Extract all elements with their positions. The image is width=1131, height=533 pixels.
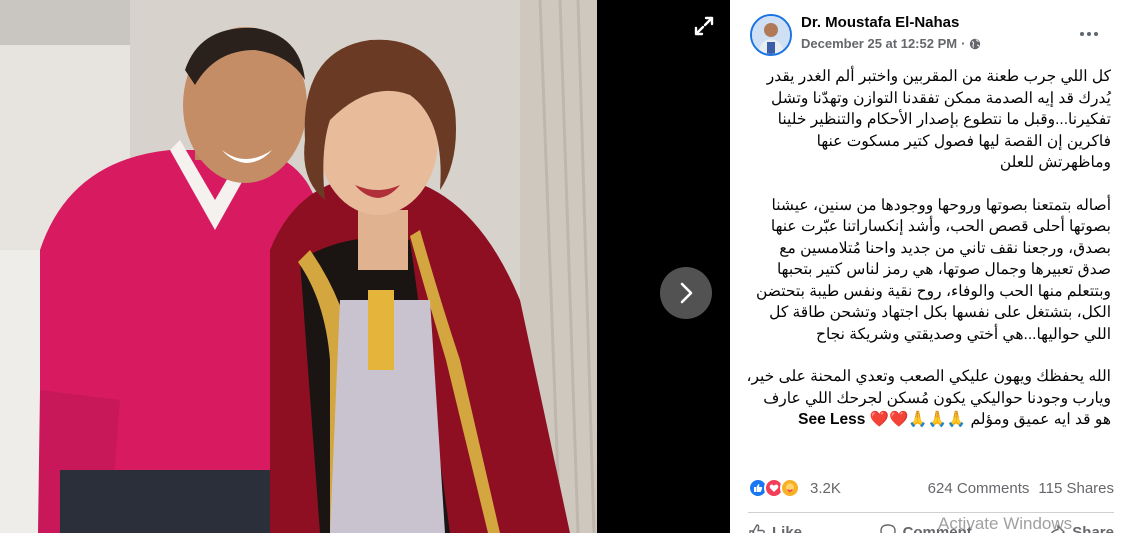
next-photo-button[interactable] bbox=[660, 267, 712, 319]
globe-icon[interactable] bbox=[969, 38, 981, 50]
post-paragraph: أصاله بتمتعنا بصوتها وروحها ووجودها من س… bbox=[755, 196, 1111, 343]
care-icon[interactable] bbox=[780, 478, 800, 498]
heart-emojis: ❤️❤️ bbox=[869, 411, 909, 428]
meta-separator: · bbox=[961, 36, 966, 51]
chevron-right-icon bbox=[680, 282, 693, 304]
comment-icon bbox=[879, 524, 896, 533]
comment-button[interactable]: Comment bbox=[879, 523, 972, 533]
comments-count[interactable]: 624 Comments bbox=[928, 480, 1030, 497]
shares-count[interactable]: 115 Shares bbox=[1038, 480, 1114, 497]
like-label: Like bbox=[772, 523, 803, 533]
post-panel: Dr. Moustafa El-Nahas December 25 at 12:… bbox=[730, 0, 1131, 533]
post-paragraph: كل اللي جرب طعنة من المقربين واختبر ألم … bbox=[766, 68, 1111, 171]
like-button[interactable]: Like bbox=[748, 523, 802, 533]
post-timestamp[interactable]: December 25 at 12:52 PM bbox=[801, 36, 957, 51]
post-paragraph-last: الله يحفظك ويهون عليكي الصعب وتعدي المحن… bbox=[744, 366, 1111, 431]
avatar[interactable] bbox=[750, 14, 792, 56]
comment-label: Comment bbox=[902, 523, 972, 533]
share-icon bbox=[1051, 524, 1066, 533]
share-button[interactable]: Share bbox=[1048, 523, 1114, 533]
fullscreen-button[interactable] bbox=[690, 12, 718, 40]
photo-viewer bbox=[0, 0, 730, 533]
post-meta: December 25 at 12:52 PM · bbox=[801, 36, 981, 51]
expand-icon bbox=[694, 16, 714, 36]
more-horizontal-icon bbox=[1079, 23, 1100, 41]
more-options-button[interactable] bbox=[1074, 20, 1104, 44]
post-action-bar: Like Comment Share bbox=[748, 512, 1114, 533]
post-author-name[interactable]: Dr. Moustafa El-Nahas bbox=[801, 14, 959, 31]
share-label: Share bbox=[1072, 523, 1114, 533]
post-text: كل اللي جرب طعنة من المقربين واختبر ألم … bbox=[744, 66, 1111, 431]
engagement-counts: 624 Comments 115 Shares bbox=[928, 480, 1114, 497]
post-photo bbox=[0, 0, 597, 533]
pray-emojis: 🙏🙏🙏 bbox=[908, 411, 967, 428]
reactions-row: 3.2K 624 Comments 115 Shares bbox=[748, 476, 1114, 500]
thumbs-up-icon bbox=[749, 524, 765, 533]
see-less-link[interactable]: See Less bbox=[798, 411, 865, 428]
reaction-count[interactable]: 3.2K bbox=[810, 480, 841, 497]
